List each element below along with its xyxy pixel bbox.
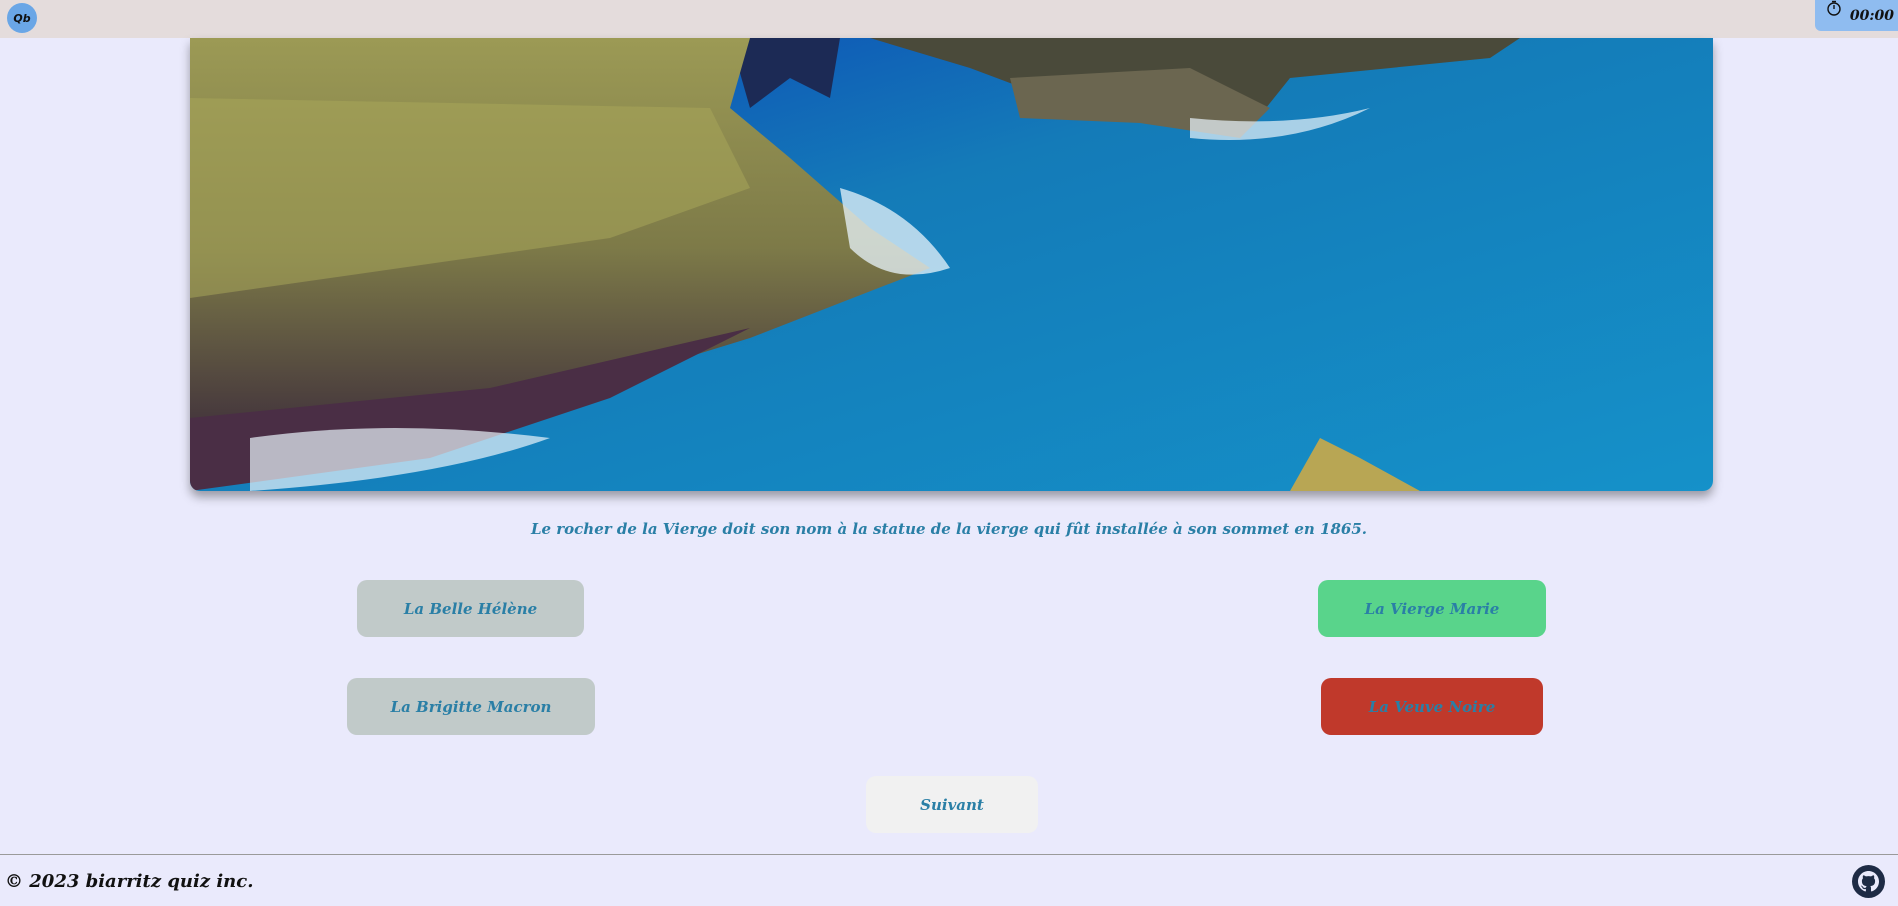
answer-label: La Veuve Noire (1368, 697, 1496, 716)
answer-label: La Vierge Marie (1364, 599, 1500, 618)
answer-explanation: Le rocher de la Vierge doit son nom à la… (530, 520, 1368, 538)
github-icon[interactable] (1852, 865, 1885, 898)
copyright-text: © 2023 biarritz quiz inc. (5, 871, 254, 892)
hero-image (190, 38, 1713, 491)
next-button[interactable]: Suivant (866, 776, 1038, 833)
top-bar: Qb 00:00 (0, 0, 1898, 38)
stopwatch-icon (1827, 0, 1841, 16)
rocky-coast-photo (190, 38, 1713, 491)
next-label: Suivant (920, 795, 984, 814)
answer-label: La Belle Hélène (403, 599, 538, 618)
footer-divider (0, 854, 1898, 855)
answer-button-veuve-noire[interactable]: La Veuve Noire (1321, 678, 1543, 735)
answer-button-vierge-marie[interactable]: La Vierge Marie (1318, 580, 1546, 637)
timer: 00:00 (1815, 0, 1898, 31)
answer-button-brigitte-macron[interactable]: La Brigitte Macron (347, 678, 595, 735)
answer-button-belle-helene[interactable]: La Belle Hélène (357, 580, 584, 637)
logo-text: Qb (13, 11, 31, 25)
answer-label: La Brigitte Macron (390, 697, 552, 716)
timer-value: 00:00 (1849, 8, 1894, 24)
logo[interactable]: Qb (7, 3, 37, 33)
